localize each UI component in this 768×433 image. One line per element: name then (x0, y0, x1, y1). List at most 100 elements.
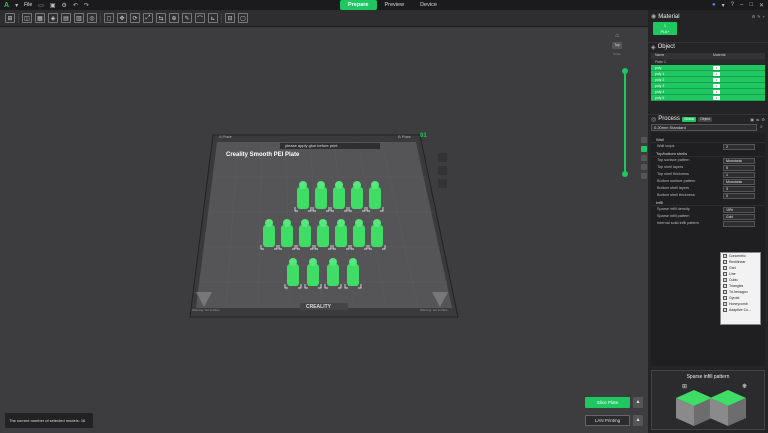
material-number: 1 (713, 96, 720, 100)
chevron-down-icon[interactable]: ▾ (15, 2, 18, 9)
tab-object[interactable]: Object (698, 116, 713, 122)
save-icon[interactable]: ▣ (50, 2, 56, 9)
slice-plate-button[interactable]: Slice Plate (585, 397, 630, 408)
tab-device[interactable]: Device (412, 0, 445, 10)
layer-slider[interactable] (624, 70, 626, 174)
setting-value[interactable]: 15% (723, 206, 755, 213)
gear-icon[interactable]: ⚙ (761, 117, 765, 122)
slider-bottom-handle[interactable] (622, 171, 628, 177)
support-toggle-icon[interactable] (641, 164, 647, 170)
setting-value[interactable]: Monotonic (723, 157, 755, 164)
add-plate-icon[interactable]: ⊞ (5, 13, 15, 23)
compare-icon[interactable]: ⇋ (756, 117, 759, 122)
setting-label: Top shell layers (657, 165, 684, 169)
print-dropdown-icon[interactable]: ▴ (633, 415, 643, 426)
boolean-icon[interactable]: ⊕ (169, 13, 179, 23)
setting-value[interactable] (723, 220, 755, 227)
setting-value[interactable]: Grid (723, 213, 755, 220)
setting-value[interactable]: 5 (723, 164, 755, 171)
text-icon[interactable]: ▢ (238, 13, 248, 23)
object-row-material[interactable]: 1 (711, 65, 751, 70)
account-icon[interactable]: ● (712, 2, 716, 8)
move-icon[interactable]: ✥ (117, 13, 127, 23)
undo-icon[interactable]: ↶ (73, 2, 78, 9)
process-toggle-icon[interactable] (641, 146, 647, 152)
group-shells[interactable]: Top/bottom shells (651, 150, 765, 157)
add-shape-icon[interactable]: ▦ (35, 13, 45, 23)
add-model-icon[interactable]: ◫ (22, 13, 32, 23)
maximize-icon[interactable]: □ (749, 2, 753, 8)
rotate-icon[interactable]: ⟳ (130, 13, 140, 23)
setting-value[interactable]: 2 (723, 143, 755, 150)
minimize-icon[interactable]: – (740, 2, 743, 8)
setting-row: Top surface pattern Monotonic (651, 157, 765, 164)
process-preset-select[interactable]: 0.20mm Standard (651, 124, 757, 131)
home-icon[interactable]: ⌂ (615, 33, 619, 39)
top-view-button[interactable]: Top (612, 42, 622, 49)
setting-value[interactable]: 3 (723, 185, 755, 192)
panel-toggle-icon[interactable] (641, 137, 647, 143)
model-head (265, 219, 273, 227)
lan-printing-button[interactable]: LAN Printing (585, 415, 630, 426)
model-figure (299, 225, 311, 247)
new-project-icon[interactable]: ▭ (38, 2, 44, 9)
model-figure (351, 187, 363, 209)
lay-on-face-icon[interactable]: ▥ (74, 13, 84, 23)
settings-icon[interactable]: ⚙ (61, 2, 66, 9)
process-settings-list: Wall Wall loops 2 Top/bottom shells Top s… (651, 133, 765, 366)
group-infill[interactable]: Infill (651, 199, 765, 206)
process-icon: ◎ (651, 116, 657, 123)
setting-value[interactable]: 1 (723, 171, 755, 178)
slider-top-handle[interactable] (622, 68, 628, 74)
object-row[interactable]: poly 5 1 (651, 95, 765, 101)
object-row-material[interactable]: 1 (711, 83, 751, 88)
other-toggle-icon[interactable] (641, 173, 647, 179)
setting-label: Internal solid infill pattern (657, 221, 699, 225)
model-figure (281, 225, 293, 247)
model-head (319, 219, 327, 227)
close-icon[interactable]: ✕ (759, 2, 764, 9)
orient-icon[interactable]: ◈ (48, 13, 58, 23)
file-menu[interactable]: File (24, 2, 32, 8)
seam-icon[interactable]: ⌒ (195, 13, 205, 23)
dropdown-option[interactable]: Adaptive Cu... (721, 307, 760, 313)
material-chip-label: PLA+ (660, 30, 670, 34)
dropdown-option-label: Triangles (729, 284, 744, 288)
measure-icon[interactable]: ⊾ (208, 13, 218, 23)
tab-prepare[interactable]: Prepare (340, 0, 377, 10)
tab-global[interactable]: Global (681, 116, 697, 122)
material-number: 1 (713, 90, 720, 94)
infill-preview-image: ⊞ ❋ (676, 383, 747, 426)
plate-label-left: A Plate (219, 134, 232, 139)
object-row-material[interactable]: 1 (711, 77, 751, 82)
infill-pattern-dropdown[interactable]: Concentric Rectilinear Grid Line Cubic Triang… (720, 252, 761, 325)
object-row-material[interactable]: 1 (711, 89, 751, 94)
chevron-down-icon[interactable]: ▾ (722, 2, 725, 9)
3d-viewport[interactable]: A Plate please apply glue before print B… (0, 27, 648, 433)
group-wall[interactable]: Wall (651, 136, 765, 143)
scale-label: Scale (613, 52, 621, 56)
mirror-icon[interactable]: ⇆ (156, 13, 166, 23)
object-toggle-icon[interactable] (641, 155, 647, 161)
object-row-material[interactable]: 1 (711, 71, 751, 76)
variable-layer-icon[interactable]: ⊟ (225, 13, 235, 23)
slice-dropdown-icon[interactable]: ▴ (633, 397, 643, 408)
split-icon[interactable]: ◻ (104, 13, 114, 23)
add-icon[interactable]: + (763, 14, 765, 19)
search-icon[interactable]: ⌕ (760, 124, 763, 130)
cut-icon[interactable]: ◎ (87, 13, 97, 23)
help-icon[interactable]: ? (731, 2, 734, 8)
save-icon[interactable]: ▣ (750, 117, 754, 122)
scale-icon[interactable]: ⤢ (143, 13, 153, 23)
tab-preview[interactable]: Preview (377, 0, 413, 10)
setting-value[interactable]: 0 (723, 192, 755, 199)
gear-icon[interactable]: ⚙ (752, 14, 756, 19)
setting-row: Internal solid infill pattern (651, 220, 765, 227)
arrange-icon[interactable]: ▤ (61, 13, 71, 23)
support-paint-icon[interactable]: ✎ (182, 13, 192, 23)
setting-value[interactable]: Monotonic (723, 178, 755, 185)
redo-icon[interactable]: ↷ (84, 2, 89, 9)
object-row-material[interactable]: 1 (711, 95, 751, 100)
material-chip[interactable]: 1 PLA+ (653, 22, 677, 35)
edit-icon[interactable]: ✎ (757, 14, 760, 19)
